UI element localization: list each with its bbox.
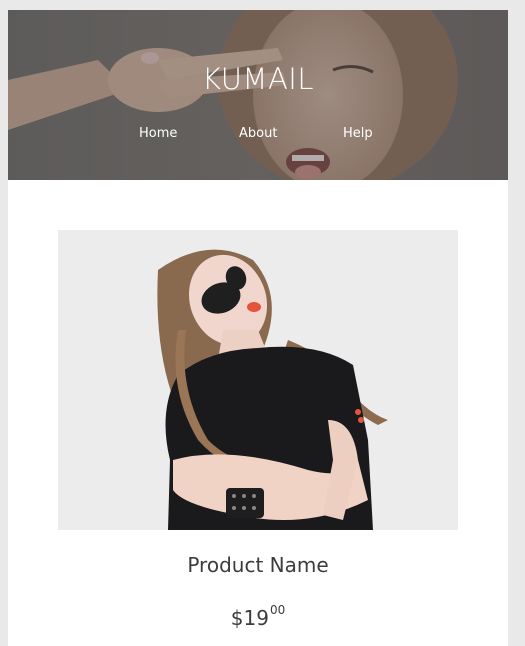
nav-bar: Home About Help bbox=[8, 126, 508, 146]
nav-link-help[interactable]: Help bbox=[343, 126, 373, 141]
product-photo bbox=[58, 230, 458, 530]
price-whole: 19 bbox=[243, 606, 269, 630]
price-currency: $ bbox=[230, 606, 244, 630]
product-name[interactable]: Product Name bbox=[8, 553, 508, 577]
nav-link-about[interactable]: About bbox=[239, 126, 277, 141]
product-price: $1900 bbox=[8, 603, 508, 630]
price-cents: 00 bbox=[269, 603, 286, 618]
hero-header: KUMAIL Home About Help bbox=[8, 10, 508, 180]
nav-link-home[interactable]: Home bbox=[139, 126, 177, 141]
product-image[interactable] bbox=[58, 230, 458, 530]
brand-title: KUMAIL bbox=[201, 62, 315, 96]
page-card: KUMAIL Home About Help Product Name $190… bbox=[8, 10, 508, 646]
